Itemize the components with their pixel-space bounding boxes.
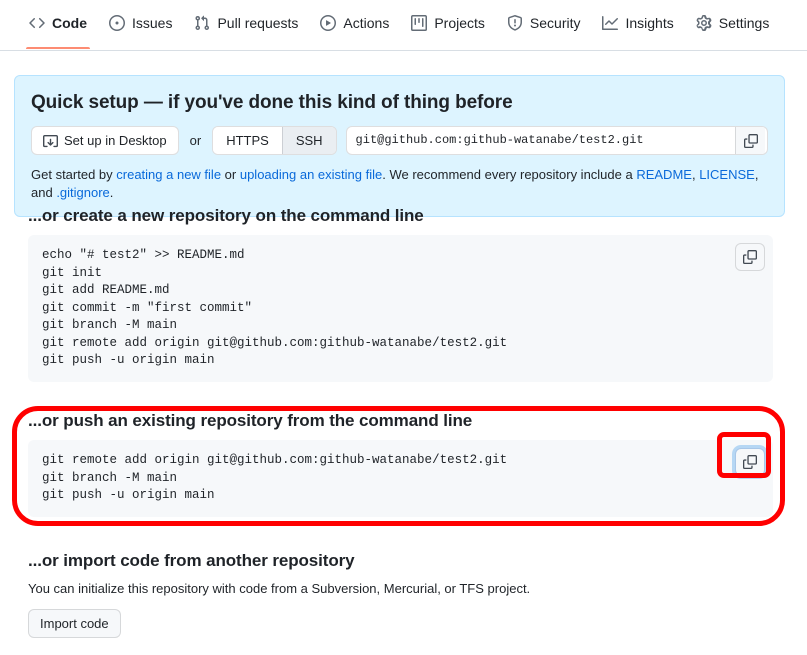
quick-setup-help-text: Get started by creating a new file or up… <box>31 166 768 202</box>
link-upload-existing-file[interactable]: uploading an existing file <box>240 167 382 182</box>
nav-tab-settings[interactable]: Settings <box>685 0 781 49</box>
copy-create-repo-commands-button[interactable] <box>735 243 765 271</box>
create-repo-title: ...or create a new repository on the com… <box>28 206 424 225</box>
nav-tab-security[interactable]: Security <box>496 0 592 49</box>
remote-url-field-wrapper <box>345 126 768 155</box>
nav-tab-pull-requests[interactable]: Pull requests <box>183 0 309 49</box>
code-line: git remote add origin git@github.com:git… <box>42 335 508 350</box>
or-separator-label: or <box>189 133 202 148</box>
protocol-toggle-group: HTTPS SSH <box>212 126 337 155</box>
repo-nav: Code Issues Pull requests Actions Projec… <box>0 0 807 51</box>
nav-tab-pull-requests-label: Pull requests <box>217 15 299 31</box>
import-code-title: ...or import code from another repositor… <box>28 551 355 570</box>
create-repo-code-block: echo "# test2" >> README.md git init git… <box>28 235 773 382</box>
link-readme[interactable]: README <box>636 167 692 182</box>
protocol-https-button[interactable]: HTTPS <box>213 127 282 154</box>
project-board-icon <box>411 15 428 31</box>
protocol-ssh-button[interactable]: SSH <box>281 127 336 154</box>
help-prefix: Get started by <box>31 167 117 182</box>
copy-remote-url-button[interactable] <box>735 127 765 154</box>
code-line: git branch -M main <box>42 318 178 332</box>
set-up-in-desktop-button[interactable]: Set up in Desktop <box>31 126 179 155</box>
link-license[interactable]: LICENSE <box>699 167 755 182</box>
quick-setup-controls: Set up in Desktop or HTTPS SSH <box>31 126 768 155</box>
code-icon <box>29 15 45 31</box>
nav-tab-issues[interactable]: Issues <box>98 0 183 49</box>
create-repo-section: ...or create a new repository on the com… <box>28 206 773 382</box>
remote-url-input[interactable] <box>346 127 735 154</box>
help-mid1: or <box>221 167 240 182</box>
code-line: git add README.md <box>42 283 170 297</box>
help-suffix: . <box>109 185 114 200</box>
code-line: git remote add origin git@github.com:git… <box>42 453 508 467</box>
code-line: git init <box>42 265 103 280</box>
link-gitignore[interactable]: .gitignore <box>56 185 109 200</box>
gear-icon <box>696 15 712 31</box>
import-code-section: ...or import code from another repositor… <box>28 551 773 638</box>
import-code-description: You can initialize this repository with … <box>28 581 531 596</box>
nav-tab-projects[interactable]: Projects <box>400 0 496 49</box>
quick-setup-title: Quick setup — if you've done this kind o… <box>31 92 513 113</box>
push-existing-repo-title: ...or push an existing repository from t… <box>28 411 473 430</box>
shield-icon <box>507 15 523 31</box>
nav-tab-code[interactable]: Code <box>18 0 98 49</box>
git-pull-request-icon <box>194 15 210 31</box>
nav-tab-actions-label: Actions <box>343 15 390 31</box>
push-existing-repo-section: ...or push an existing repository from t… <box>28 411 773 517</box>
issue-opened-icon <box>109 15 125 31</box>
desktop-download-icon <box>43 134 58 149</box>
code-line: git push -u origin main <box>42 353 215 367</box>
play-icon <box>320 15 337 31</box>
nav-tab-issues-label: Issues <box>132 15 173 31</box>
nav-tab-settings-label: Settings <box>718 15 770 31</box>
nav-tab-projects-label: Projects <box>434 15 485 31</box>
nav-tab-actions[interactable]: Actions <box>309 0 400 49</box>
nav-tab-insights[interactable]: Insights <box>591 0 684 49</box>
link-create-new-file[interactable]: creating a new file <box>116 167 221 182</box>
copy-push-commands-button[interactable] <box>735 448 765 476</box>
code-line: git push -u origin main <box>42 488 215 502</box>
quick-setup-panel: Quick setup — if you've done this kind o… <box>14 75 785 217</box>
code-line: echo "# test2" >> README.md <box>42 248 245 262</box>
nav-tab-security-label: Security <box>529 15 581 31</box>
import-code-button[interactable]: Import code <box>28 609 121 638</box>
push-existing-repo-code-block: git remote add origin git@github.com:git… <box>28 440 773 517</box>
set-up-in-desktop-label: Set up in Desktop <box>64 133 167 148</box>
code-line: git commit -m "first commit" <box>42 300 253 315</box>
help-mid2: . We recommend every repository include … <box>382 167 637 182</box>
nav-tab-insights-label: Insights <box>625 15 674 31</box>
code-line: git branch -M main <box>42 470 178 485</box>
nav-tab-code-label: Code <box>52 15 87 31</box>
graph-icon <box>602 15 619 31</box>
